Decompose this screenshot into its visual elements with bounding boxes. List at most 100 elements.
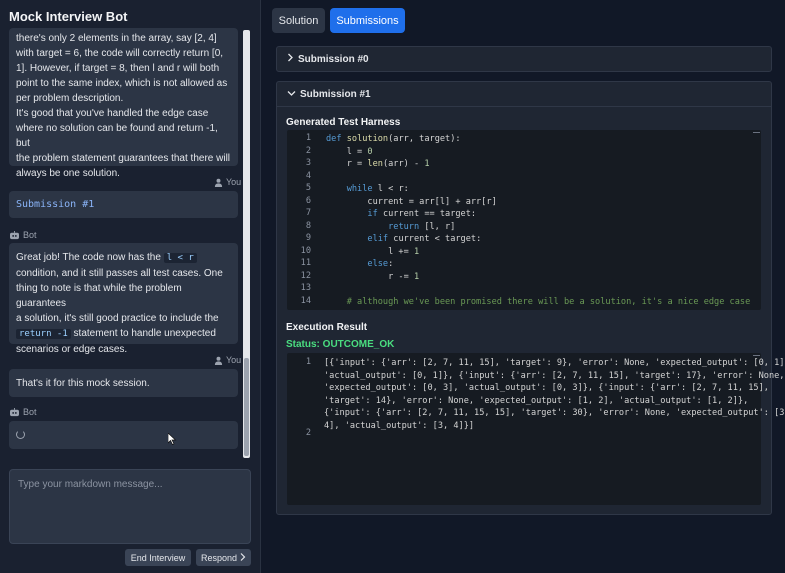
message-text: Great job! The code now has the	[16, 252, 164, 263]
submission-title: Submission #0	[298, 53, 369, 65]
bot-message: Great job! The code now has the l < r co…	[9, 243, 238, 355]
execution-output-block[interactable]: 1 [{'input': {'arr': [2, 7, 11, 15], 'ta…	[287, 353, 785, 505]
sender-label-bot: Bot	[9, 407, 37, 417]
code-line: l = 0	[326, 146, 373, 157]
output-line: 'actual_output': [0, 1]}, {'input': {'ar…	[324, 370, 785, 381]
code-line: elif current < target:	[367, 234, 482, 244]
sender-name: Bot	[23, 407, 37, 417]
output-line: 4], 'actual_output': [3, 4]}]	[324, 420, 475, 431]
code-line: l += 1	[326, 246, 420, 257]
bot-loading-message	[9, 421, 238, 449]
line-number: 3	[305, 158, 311, 168]
sender-name: Bot	[23, 230, 37, 240]
message-line: there's only 2 elements in the array, sa…	[16, 33, 217, 44]
chevron-right-icon	[287, 53, 294, 65]
inline-code: return -1	[16, 329, 71, 339]
message-line: It's good that you've handled the edge c…	[16, 108, 209, 119]
submission-card: Submission #0	[276, 46, 772, 72]
message-text: That's it for this mock session.	[16, 378, 150, 389]
spinner-icon	[16, 430, 25, 439]
line-number: 9	[305, 233, 311, 243]
code-line: return [l, r]	[388, 221, 456, 232]
user-icon	[214, 356, 223, 365]
code-line: current = arr[l] + arr[r]	[326, 196, 497, 207]
submission-title: Submission #1	[300, 88, 371, 100]
message-line: point to the same index, which is not al…	[16, 78, 228, 89]
message-line: per problem description.	[16, 93, 124, 104]
line-number: 6	[305, 195, 311, 206]
line-number: 2	[305, 145, 311, 156]
user-icon	[214, 178, 223, 187]
code-line: r -= 1	[326, 271, 420, 282]
line-number: 10	[300, 245, 311, 256]
line-number: 7	[305, 208, 311, 218]
message-line: condition, and it still passes all test …	[16, 268, 223, 279]
sender-name: You	[226, 177, 242, 187]
message-line: a solution, it's still good practice to …	[16, 313, 219, 324]
user-message: Submission #1	[9, 191, 238, 218]
message-line: with target = 6, the code will correctly…	[16, 48, 224, 59]
bot-message: there's only 2 elements in the array, sa…	[9, 28, 238, 179]
tab-solution[interactable]: Solution	[272, 8, 325, 33]
inline-code: l < r	[163, 253, 197, 263]
line-number: 2	[305, 428, 311, 438]
line-number: 1	[305, 357, 311, 367]
chevron-right-icon	[240, 552, 246, 563]
chat-scrollbar-thumb[interactable]	[244, 358, 249, 456]
code-line: else:	[367, 259, 394, 269]
line-number: 13	[300, 283, 311, 293]
message-line: where no solution can be found and retur…	[16, 123, 218, 149]
bot-icon	[9, 407, 20, 417]
end-interview-label: End Interview	[130, 552, 186, 563]
line-number: 12	[300, 270, 311, 281]
submission-header[interactable]: Submission #1	[277, 82, 771, 107]
message-line: Great job! The code now has the l < r	[16, 250, 231, 266]
code-line: # although we've been promised there wil…	[326, 296, 751, 307]
message-text: statement to handle unexpected	[70, 328, 216, 339]
respond-button[interactable]: Respond	[196, 549, 251, 566]
output-line: {'input': {'arr': [2, 7, 11, 15, 15], 't…	[324, 408, 785, 418]
message-line: scenarios or edge cases.	[16, 344, 128, 355]
bot-icon	[9, 230, 20, 240]
sender-name: You	[226, 355, 242, 365]
message-line: always be one solution.	[16, 168, 120, 179]
code-line: r = len(arr) - 1	[326, 159, 430, 169]
message-line: 1]. However, if target = 8, then l and r…	[16, 63, 220, 74]
tab-submissions[interactable]: Submissions	[330, 8, 405, 33]
message-input[interactable]: Type your markdown message...	[9, 469, 251, 544]
submission-header[interactable]: Submission #0	[277, 47, 771, 71]
output-line: [{'input': {'arr': [2, 7, 11, 15], 'targ…	[324, 358, 785, 368]
line-number: 8	[305, 220, 311, 231]
respond-label: Respond	[200, 552, 238, 563]
code-line: while l < r:	[346, 184, 409, 194]
sender-label-you: You	[214, 177, 241, 187]
harness-title: Generated Test Harness	[286, 117, 401, 128]
message-line: thing to note is that while the problem …	[16, 283, 182, 309]
output-line: 'target': 14}, 'error': None, 'expected_…	[324, 395, 749, 406]
harness-code-block[interactable]: 1 def solution(arr, target): 2 l = 0 3 r = …	[287, 130, 761, 310]
code-scroll-indicator	[753, 132, 760, 133]
execution-title: Execution Result	[286, 322, 368, 333]
end-interview-button[interactable]: End Interview	[125, 549, 191, 566]
message-line: the problem statement guarantees that th…	[16, 153, 231, 164]
user-message: That's it for this mock session.	[9, 369, 238, 397]
output-line: 'expected_output': [0, 3], 'actual_outpu…	[324, 383, 769, 393]
submission-reference[interactable]: Submission #1	[16, 199, 94, 210]
line-number: 11	[300, 258, 311, 268]
chevron-down-icon	[287, 89, 296, 100]
mouse-cursor-icon	[167, 432, 177, 450]
line-number: 1	[305, 133, 311, 143]
sender-label-bot: Bot	[9, 230, 37, 240]
line-number: 4	[305, 170, 311, 181]
app-title: Mock Interview Bot	[9, 9, 128, 24]
code-line: if current == target:	[367, 209, 477, 219]
sender-label-you: You	[214, 355, 241, 365]
line-number: 5	[305, 183, 311, 193]
chat-panel: Mock Interview Bot there's only 2 elemen…	[0, 0, 261, 573]
output-scroll-indicator	[753, 355, 760, 356]
line-number: 14	[300, 295, 311, 306]
execution-status: Status: OUTCOME_OK	[286, 339, 395, 350]
message-line: return -1 statement to handle unexpected	[16, 326, 231, 342]
message-input-placeholder: Type your markdown message...	[18, 479, 163, 490]
code-line: def solution(arr, target):	[326, 134, 461, 144]
